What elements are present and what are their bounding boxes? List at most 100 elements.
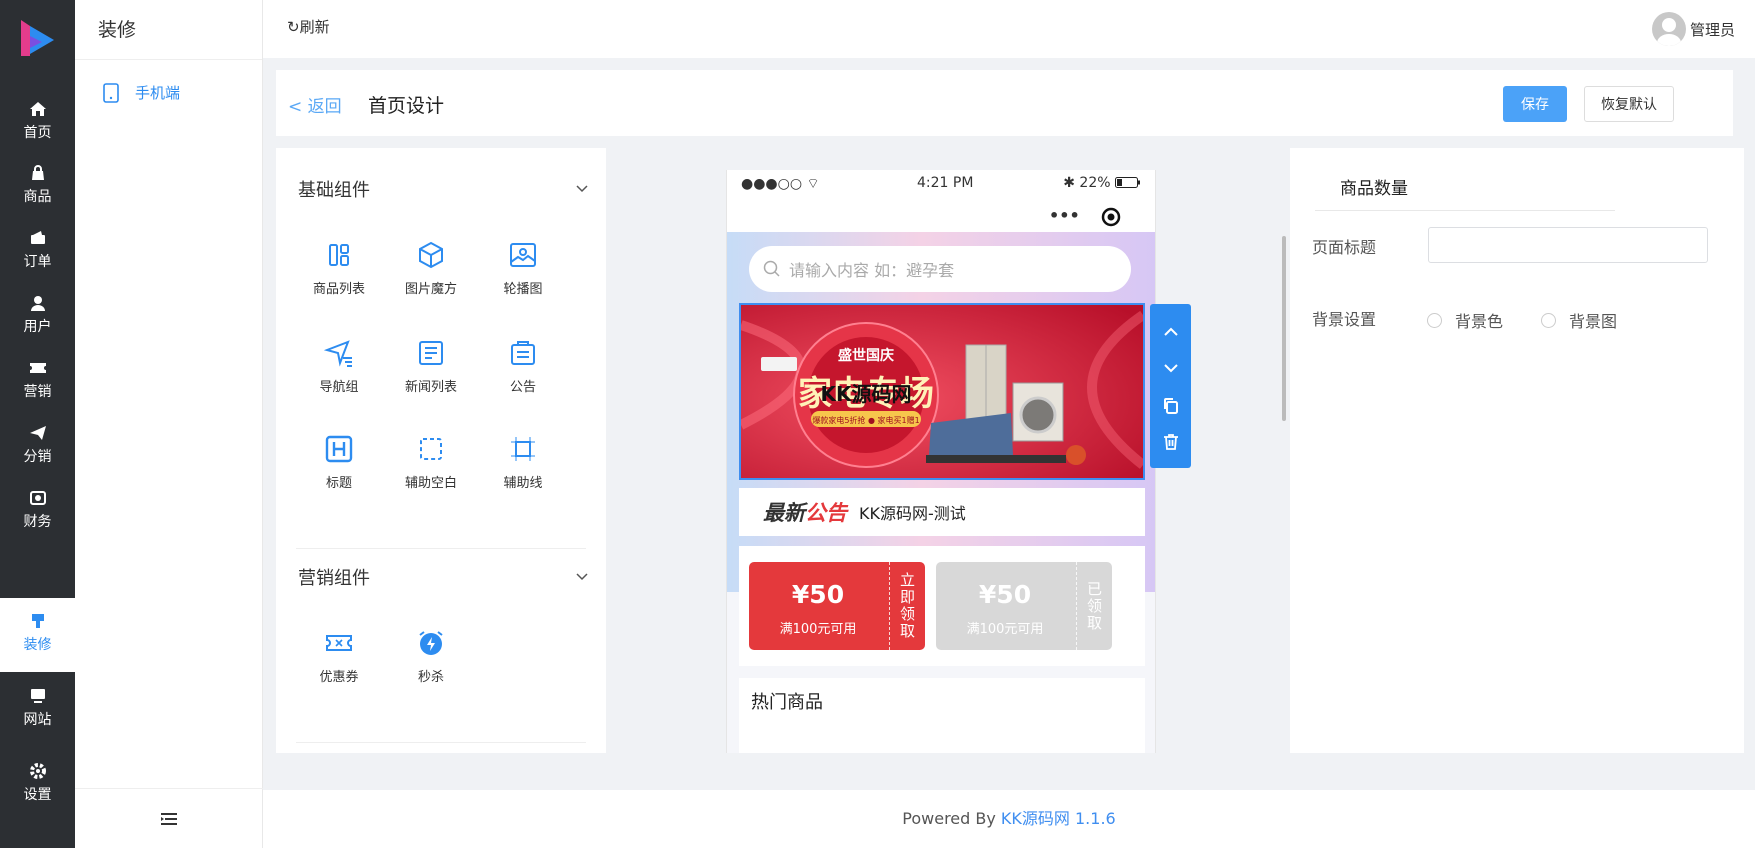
background-setting-label: 背景设置 <box>1312 310 1377 329</box>
delete-icon[interactable] <box>1161 432 1181 452</box>
tab-goods-count[interactable]: 商品数量 <box>1340 174 1408 199</box>
background-image-radio[interactable]: 背景图 <box>1541 308 1617 332</box>
component-label: 图片魔方 <box>404 282 457 297</box>
refresh-label: 刷新 <box>299 18 330 36</box>
app-logo <box>21 20 54 56</box>
component-label: 轮播图 <box>503 282 543 297</box>
sidebar-item-website[interactable]: 网站 <box>0 673 75 747</box>
component-flash-sale[interactable]: 秒杀 <box>386 628 476 685</box>
radio-label: 背景图 <box>1569 312 1618 331</box>
coupon-card[interactable]: ¥50 满100元可用 立即领取 <box>749 562 925 650</box>
record-icon[interactable] <box>1101 207 1121 227</box>
coupon-condition: 满100元可用 <box>966 622 1044 637</box>
component-label: 辅助空白 <box>404 476 457 491</box>
sidebar-item-distribution[interactable]: 分销 <box>0 410 75 484</box>
footer-prefix: Powered By <box>902 809 1001 828</box>
component-blank[interactable]: 辅助空白 <box>386 434 476 491</box>
sidebar-item-label: 财务 <box>23 514 52 530</box>
submenu-item-label: 手机端 <box>135 84 181 102</box>
banner-badge: 盛世国庆 <box>838 347 894 364</box>
sidebar-item-decoration[interactable]: 装修 <box>0 598 75 672</box>
sidebar-item-marketing[interactable]: 营销 <box>0 345 75 419</box>
hot-goods-section[interactable]: 热门商品 <box>739 678 1145 753</box>
component-label: 标题 <box>325 476 352 491</box>
battery-indicator: ✱ 22% <box>1063 175 1141 191</box>
claimed-label: 已领取 <box>1076 562 1112 650</box>
footer-link[interactable]: KK源码网 1.1.6 <box>1001 809 1116 828</box>
banner-image: 盛世国庆 家电专场 爆款家电5折抢 ● 家电买1赠1 KK源码网 <box>741 305 1143 478</box>
navigation-icon <box>324 340 352 367</box>
gear-icon <box>29 763 46 779</box>
group-divider <box>296 742 586 743</box>
preview-scrollbar[interactable] <box>1282 236 1286 421</box>
component-image-cube[interactable]: 图片魔方 <box>386 240 476 297</box>
radio-circle-icon <box>1427 312 1442 328</box>
mini-program-capsule: ••• <box>727 200 1155 232</box>
coupon-icon <box>326 635 352 651</box>
collapse-menu-button[interactable] <box>75 788 263 848</box>
page-footer: Powered By KK源码网 1.1.6 <box>263 790 1755 848</box>
more-icon[interactable]: ••• <box>1049 206 1080 225</box>
sidebar-item-home[interactable]: 首页 <box>0 86 75 160</box>
marketing-components-header[interactable]: 营销组件 <box>298 564 588 590</box>
settings-panel: 商品数量 页面标题 背景设置 背景色 背景图 <box>1290 148 1744 753</box>
component-goods-list[interactable]: 商品列表 <box>294 240 384 297</box>
save-button[interactable]: 保存 <box>1503 86 1567 122</box>
group-title: 营销组件 <box>298 568 370 589</box>
phone-status-bar: ●●●○○ ⌔ 4:21 PM ✱ 22% <box>727 170 1155 200</box>
component-notice[interactable]: 公告 <box>478 338 568 395</box>
component-heading[interactable]: 标题 <box>294 434 384 491</box>
search-input[interactable]: 请输入内容 如：避孕套 <box>749 246 1131 292</box>
image-icon <box>510 243 536 267</box>
alarm-icon <box>419 631 443 655</box>
carousel-banner[interactable]: 盛世国庆 家电专场 爆款家电5折抢 ● 家电买1赠1 KK源码网 <box>739 303 1145 480</box>
submenu-title: 装修 <box>75 0 262 60</box>
guide-line-icon <box>511 437 535 461</box>
brush-icon <box>31 614 44 628</box>
restore-default-button[interactable]: 恢复默认 <box>1584 86 1674 122</box>
coupon-amount: ¥50 <box>791 580 845 609</box>
tab-underline <box>1315 210 1615 211</box>
sidebar-item-label: 装修 <box>23 637 52 653</box>
sidebar-item-finance[interactable]: 财务 <box>0 475 75 549</box>
user-menu[interactable]: 管理员 <box>1651 12 1735 46</box>
chevron-down-icon <box>576 185 588 193</box>
sidebar-item-label: 商品 <box>23 189 52 205</box>
sidebar-item-settings[interactable]: 设置 <box>0 748 75 822</box>
page-title-field[interactable] <box>1428 227 1708 263</box>
notice-logo: 最新公告 <box>763 501 847 525</box>
back-link[interactable]: < 返回 <box>288 92 342 117</box>
search-placeholder: 请输入内容 如：避孕套 <box>789 261 955 280</box>
sidebar-item-users[interactable]: 用户 <box>0 280 75 354</box>
banner-subtext: 爆款家电5折抢 ● 家电买1赠1 <box>812 415 919 425</box>
notice-icon <box>511 341 535 365</box>
ticket-icon <box>29 363 46 373</box>
page-title-label: 页面标题 <box>1312 238 1377 257</box>
refresh-button[interactable]: ↻刷新 <box>287 16 330 37</box>
coupon-card: ¥50 满100元可用 已领取 <box>936 562 1112 650</box>
claim-coupon-button[interactable]: 立即领取 <box>889 562 925 650</box>
basic-components-header[interactable]: 基础组件 <box>298 176 588 202</box>
background-color-radio[interactable]: 背景色 <box>1427 308 1503 332</box>
sidebar-item-label: 营销 <box>23 384 52 400</box>
sidebar-item-label: 设置 <box>23 787 52 803</box>
component-navigation[interactable]: 导航组 <box>294 338 384 395</box>
admin-name: 管理员 <box>1689 20 1735 39</box>
component-coupon[interactable]: 优惠券 <box>294 628 384 685</box>
move-up-icon[interactable] <box>1161 322 1181 342</box>
component-guide-line[interactable]: 辅助线 <box>478 434 568 491</box>
main-sidebar: 首页 商品 订单 用户 营销 分销 财务 装修 网站 设置 <box>0 0 75 848</box>
move-down-icon[interactable] <box>1161 358 1181 378</box>
component-carousel[interactable]: 轮播图 <box>478 240 568 297</box>
sidebar-item-goods[interactable]: 商品 <box>0 150 75 224</box>
notice-text: KK源码网-测试 <box>859 504 966 523</box>
component-label: 导航组 <box>319 380 359 395</box>
submenu-item-mobile[interactable]: 手机端 <box>103 82 180 103</box>
component-panel: 基础组件 商品列表 图片魔方 轮播图 导航组 新闻列表 公告 标题 辅助空白 辅… <box>276 148 606 753</box>
notice-bar[interactable]: 最新公告 KK源码网-测试 <box>739 488 1145 536</box>
copy-icon[interactable] <box>1161 396 1181 416</box>
sidebar-item-orders[interactable]: 订单 <box>0 215 75 289</box>
watermark-text: KK源码网 <box>821 382 912 406</box>
group-divider <box>296 548 586 549</box>
component-news-list[interactable]: 新闻列表 <box>386 338 476 395</box>
